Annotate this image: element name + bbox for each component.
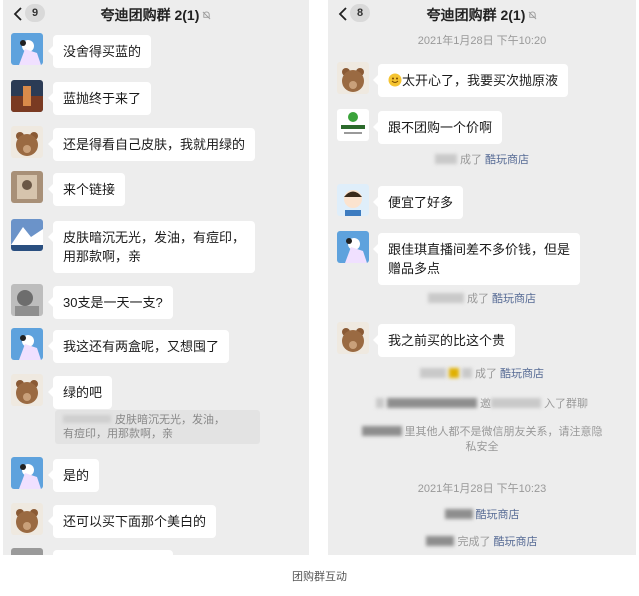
blurred-name	[387, 398, 477, 408]
system-message: 里其他人都不是微信朋友关系，请注意隐 私安全	[328, 425, 636, 455]
message-text: 便宜了好多	[388, 195, 454, 210]
blurred-name	[448, 368, 459, 378]
message-bubble[interactable]: 蓝抛终于来了	[47, 82, 152, 115]
system-message: 成了 酷玩商店	[328, 153, 636, 168]
avatar[interactable]	[337, 231, 369, 263]
avatar[interactable]	[337, 184, 369, 216]
group-title: 夸迪团购群 2(1)	[3, 5, 309, 25]
system-message: 酷玩商店	[328, 508, 636, 523]
message-text: 太开心了，我要买次抛原液	[402, 73, 559, 88]
avatar[interactable]	[11, 503, 43, 535]
message-text: 来个链接	[63, 182, 116, 197]
message-text: 我之前买的比这个贵	[388, 333, 506, 348]
avatar[interactable]	[337, 62, 369, 94]
message-bubble[interactable]: 没舍得买蓝的	[47, 35, 152, 68]
system-text: 私安全	[465, 441, 499, 453]
message-bubble[interactable]: 便宜了好多	[372, 186, 464, 219]
group-title: 夸迪团购群 2(1)	[328, 5, 636, 25]
figure-caption: 团购群互动	[292, 571, 347, 583]
blurred-name	[426, 536, 455, 546]
left-chat-screenshot: 9 夸迪团购群 2(1) 没舍得买蓝的 蓝抛终于来了 还是得看自己皮肤，我就用绿…	[3, 0, 309, 555]
message-bubble[interactable]	[53, 550, 173, 555]
system-message: 成了 酷玩商店	[328, 292, 636, 307]
system-text: 里其他人都不是微信朋友关系，请注意隐	[404, 426, 603, 438]
avatar[interactable]	[11, 126, 43, 158]
blurred-name	[434, 154, 457, 164]
quote-text: 皮肤暗沉无光，发油，	[115, 414, 225, 426]
message-text: 用那款啊，亲	[63, 249, 142, 264]
blurred-name	[427, 293, 464, 303]
message-text: 跟佳琪直播间差不多价钱，但是	[388, 242, 571, 257]
blurred-name	[461, 368, 472, 378]
system-message: 成了 酷玩商店	[328, 367, 636, 382]
system-text: 成了	[474, 368, 497, 380]
message-bubble[interactable]: 太开心了，我要买次抛原液	[372, 64, 569, 97]
message-text: 还是得看自己皮肤，我就用绿的	[63, 137, 246, 152]
blurred-sender	[63, 415, 111, 423]
blurred-name	[491, 398, 541, 408]
message-text: 蓝抛终于来了	[63, 91, 142, 106]
system-text: 邀	[480, 398, 491, 410]
message-bubble[interactable]: 跟佳琪直播间差不多价钱，但是 赠品多点	[372, 233, 581, 285]
group-title-text: 夸迪团购群 2(1)	[100, 7, 200, 23]
message-text: 是的	[63, 468, 90, 483]
blurred-name	[444, 509, 473, 519]
message-bubble[interactable]: 我之前买的比这个贵	[372, 324, 516, 357]
blurred-name	[376, 398, 384, 408]
message-text: 没舍得买蓝的	[63, 44, 142, 59]
message-bubble[interactable]: 来个链接	[47, 173, 126, 206]
store-link[interactable]: 酷玩商店	[494, 536, 538, 548]
system-text: 入了群聊	[544, 398, 588, 410]
message-text: 赠品多点	[388, 261, 441, 276]
blurred-name	[419, 368, 446, 378]
right-chat-screenshot: 8 夸迪团购群 2(1) 2021年1月28日 下午10:20 太开心了，我要买…	[328, 0, 636, 555]
blurred-name	[361, 426, 402, 436]
happy-emoji-icon	[388, 73, 402, 87]
avatar[interactable]	[11, 219, 43, 251]
avatar[interactable]	[337, 322, 369, 354]
store-link[interactable]: 酷玩商店	[492, 293, 536, 305]
system-text: 完成了	[457, 536, 491, 548]
avatar[interactable]	[11, 374, 43, 406]
message-bubble[interactable]: 绿的吧	[47, 376, 113, 409]
message-bubble[interactable]: 还可以买下面那个美白的	[47, 505, 217, 538]
system-message: 完成了 酷玩商店	[328, 535, 636, 550]
store-link[interactable]: 酷玩商店	[485, 154, 529, 166]
avatar[interactable]	[11, 328, 43, 360]
mute-bell-icon	[202, 11, 211, 20]
avatar[interactable]	[11, 457, 43, 489]
timestamp: 2021年1月28日 下午10:23	[417, 483, 547, 495]
message-bubble[interactable]: 皮肤暗沉无光，发油，有痘印， 用那款啊，亲	[47, 221, 256, 273]
message-bubble[interactable]: 还是得看自己皮肤，我就用绿的	[47, 128, 256, 161]
mute-bell-icon	[528, 11, 537, 20]
avatar[interactable]	[11, 548, 43, 555]
message-text: 我这还有两盒呢，又想囤了	[63, 339, 220, 354]
message-text: 皮肤暗沉无光，发油，有痘印，	[63, 230, 246, 245]
message-bubble[interactable]: 跟不团购一个价啊	[372, 111, 503, 144]
timestamp: 2021年1月28日 下午10:20	[417, 35, 547, 47]
system-message: 邀 入了群聊	[328, 397, 636, 412]
store-link[interactable]: 酷玩商店	[476, 509, 520, 521]
quote-text: 有痘印，用那款啊，亲	[63, 428, 173, 440]
message-text: 还可以买下面那个美白的	[63, 514, 207, 529]
system-text: 成了	[466, 293, 489, 305]
avatar[interactable]	[11, 33, 43, 65]
message-bubble[interactable]: 30支是一天一支?	[48, 286, 173, 319]
system-text: 成了	[459, 154, 482, 166]
chat-header: 9 夸迪团购群 2(1)	[3, 0, 309, 30]
avatar[interactable]	[11, 284, 43, 316]
avatar[interactable]	[11, 171, 43, 203]
message-text: 绿的吧	[63, 385, 103, 400]
message-text: 跟不团购一个价啊	[388, 120, 493, 135]
message-bubble[interactable]: 我这还有两盒呢，又想囤了	[47, 330, 230, 363]
chat-header: 8 夸迪团购群 2(1)	[328, 0, 636, 30]
message-bubble[interactable]: 是的	[47, 459, 100, 492]
avatar[interactable]	[337, 109, 369, 141]
message-text: 30支是一天一支?	[63, 295, 163, 310]
store-link[interactable]: 酷玩商店	[500, 368, 544, 380]
quoted-message[interactable]: 皮肤暗沉无光，发油， 有痘印，用那款啊，亲	[55, 410, 260, 444]
group-title-text: 夸迪团购群 2(1)	[426, 7, 526, 23]
avatar[interactable]	[11, 80, 43, 112]
